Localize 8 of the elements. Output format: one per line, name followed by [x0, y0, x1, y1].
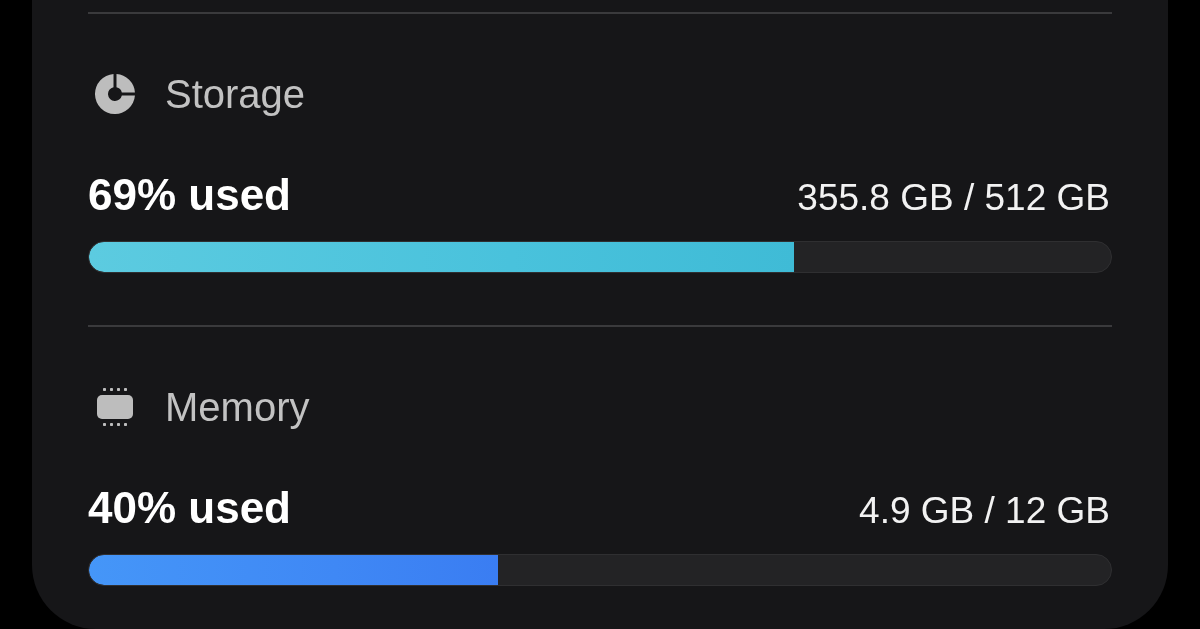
section-title: Storage: [165, 74, 306, 114]
usage-amount: 4.9 GB / 12 GB: [859, 491, 1110, 531]
chip-icon: [97, 388, 133, 426]
section-title: Memory: [165, 387, 310, 427]
usage-percent: 40% used: [88, 486, 291, 530]
usage-percent: 69% used: [88, 173, 291, 217]
usage-amount: 355.8 GB / 512 GB: [797, 178, 1110, 218]
pie-chart-icon: [95, 74, 135, 114]
